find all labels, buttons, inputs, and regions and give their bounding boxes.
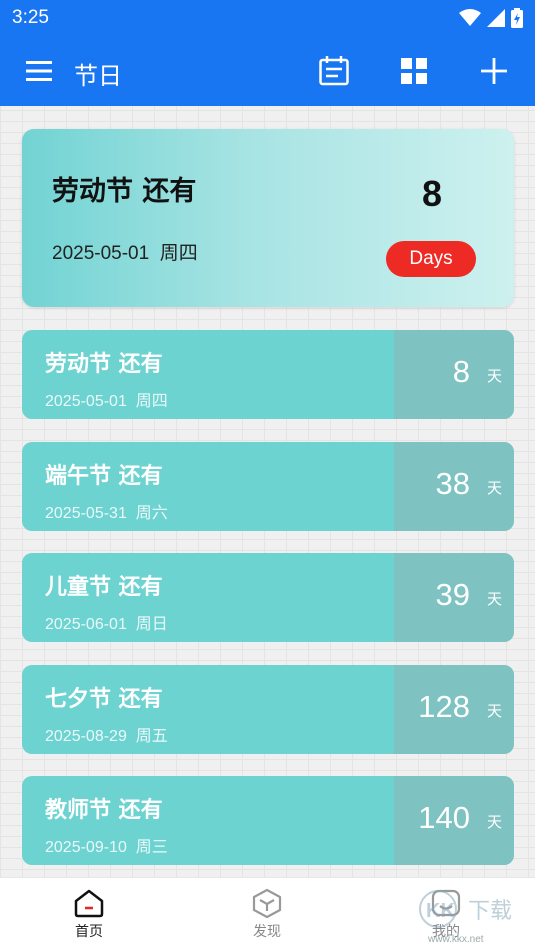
item-count-panel: 39 天 <box>394 553 514 642</box>
nav-item-discover[interactable]: 发现 <box>227 888 307 948</box>
hero-title: 劳动节 还有 <box>52 176 197 207</box>
plus-icon <box>481 58 507 84</box>
add-button[interactable] <box>476 53 512 89</box>
item-info: 儿童节 还有 2025-06-01 周日 <box>22 553 394 642</box>
app-bar: 节日 <box>0 36 535 106</box>
home-icon <box>74 889 104 918</box>
item-unit: 天 <box>486 590 502 608</box>
signal-icon <box>487 9 505 27</box>
list-item[interactable]: 端午节 还有 2025-05-31 周六 38 天 <box>22 441 514 531</box>
item-days-count: 140 <box>418 800 470 835</box>
item-count-panel: 128 天 <box>394 664 514 754</box>
item-date: 2025-09-10 周三 <box>45 839 168 856</box>
item-date: 2025-06-01 周日 <box>45 616 168 633</box>
item-info: 劳动节 还有 2025-05-01 周四 <box>22 330 394 419</box>
days-badge: Days <box>386 241 476 277</box>
grid-view-button[interactable] <box>396 53 432 89</box>
item-info: 端午节 还有 2025-05-31 周六 <box>22 442 394 531</box>
item-days-count: 8 <box>452 354 470 389</box>
status-bar: 3:25 <box>0 0 535 36</box>
item-days-count: 128 <box>418 688 470 724</box>
nav-item-home[interactable]: 首页 <box>49 888 129 948</box>
page-title: 节日 <box>74 62 122 90</box>
list-item[interactable]: 儿童节 还有 2025-06-01 周日 39 天 <box>22 553 514 642</box>
list-item[interactable]: 七夕节 还有 2025-08-29 周五 128 天 <box>22 664 514 754</box>
battery-icon <box>511 8 523 28</box>
item-date: 2025-08-29 周五 <box>45 727 168 745</box>
list-item[interactable]: 教师节 还有 2025-09-10 周三 140 天 <box>22 776 514 865</box>
item-date: 2025-05-31 周六 <box>45 504 168 522</box>
svg-text:下载: 下载 <box>468 899 512 924</box>
item-info: 教师节 还有 2025-09-10 周三 <box>22 776 394 865</box>
item-count-panel: 140 天 <box>394 776 514 865</box>
svg-text:KK: KK <box>426 900 455 922</box>
item-days-count: 38 <box>435 465 470 501</box>
hero-date: 2025-05-01 周四 <box>52 243 198 264</box>
item-date: 2025-05-01 周四 <box>45 393 168 410</box>
item-title: 劳动节 还有 <box>45 352 163 377</box>
status-time: 3:25 <box>12 7 49 28</box>
calendar-button[interactable] <box>316 53 352 89</box>
status-icons <box>459 8 523 28</box>
hamburger-icon <box>26 61 52 81</box>
item-count-panel: 38 天 <box>394 441 514 531</box>
item-title: 七夕节 还有 <box>45 686 163 712</box>
item-unit: 天 <box>486 701 502 720</box>
item-info: 七夕节 还有 2025-08-29 周五 <box>22 665 394 754</box>
item-unit: 天 <box>486 367 502 385</box>
nav-label-discover: 发现 <box>253 924 281 940</box>
list-item[interactable]: 劳动节 还有 2025-05-01 周四 8 天 <box>22 330 514 419</box>
calendar-icon <box>319 56 349 86</box>
watermark-logo: KK 下载 www.kkx.net <box>418 884 528 946</box>
item-title: 儿童节 还有 <box>45 575 163 600</box>
item-days-count: 39 <box>435 577 470 612</box>
wifi-icon <box>459 9 481 26</box>
item-title: 教师节 还有 <box>45 798 163 823</box>
cube-icon <box>252 888 282 918</box>
hero-days-count: 8 <box>421 173 442 214</box>
item-count-panel: 8 天 <box>394 330 514 419</box>
hero-countdown-card[interactable]: 劳动节 还有 2025-05-01 周四 8 Days <box>22 129 514 307</box>
item-unit: 天 <box>486 478 502 497</box>
watermark-url: www.kkx.net <box>428 934 484 945</box>
menu-button[interactable] <box>24 58 54 84</box>
grid-icon <box>401 58 427 84</box>
item-title: 端午节 还有 <box>45 463 163 489</box>
item-unit: 天 <box>486 813 502 831</box>
holiday-list: 劳动节 还有 2025-05-01 周四 8 天 端午节 还有 2025-05-… <box>22 330 514 888</box>
nav-label-home: 首页 <box>75 924 103 940</box>
kkx-logo-icon: KK 下载 <box>419 890 512 928</box>
